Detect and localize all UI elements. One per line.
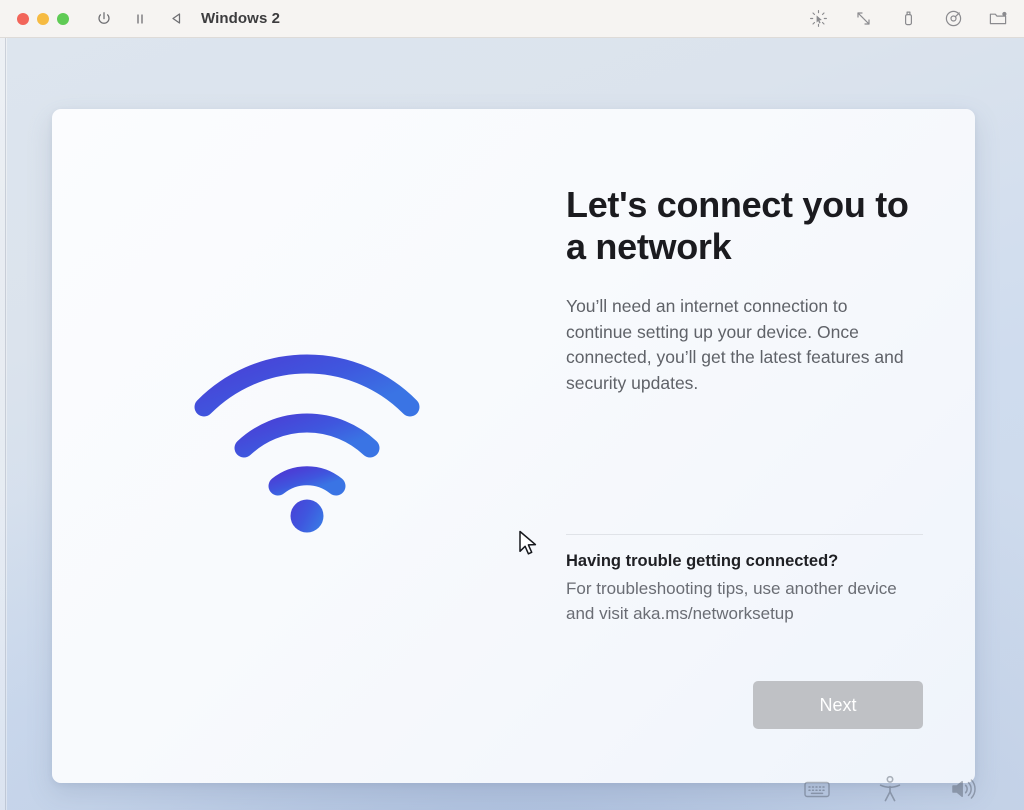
disc-icon[interactable] <box>943 9 963 29</box>
vm-titlebar: Windows 2 <box>0 0 1024 38</box>
troubleshooting-title: Having trouble getting connected? <box>566 552 839 570</box>
troubleshooting-section: Having trouble getting connected? For tr… <box>566 549 936 626</box>
play-back-icon[interactable] <box>167 10 185 28</box>
window-traffic-lights <box>17 12 69 25</box>
oobe-text-block: Let's connect you to a network You’ll ne… <box>566 184 946 396</box>
cursor-click-icon[interactable] <box>808 9 828 29</box>
vm-right-controls <box>808 9 1008 29</box>
pause-icon[interactable] <box>131 10 149 28</box>
accessibility-icon[interactable] <box>873 772 907 806</box>
speaker-icon[interactable] <box>946 772 980 806</box>
vm-title: Windows 2 <box>201 10 281 27</box>
background-window-sliver <box>0 38 7 810</box>
resize-arrows-icon[interactable] <box>853 9 873 29</box>
keyboard-icon[interactable] <box>800 772 834 806</box>
power-icon[interactable] <box>95 10 113 28</box>
wifi-icon <box>182 344 432 534</box>
oobe-card: Let's connect you to a network You’ll ne… <box>52 109 975 783</box>
section-divider <box>566 534 923 535</box>
screen: Windows 2 Let's connect you to a network… <box>0 0 1024 810</box>
next-button[interactable]: Next <box>753 681 923 729</box>
oobe-tray <box>800 768 980 810</box>
usb-icon[interactable] <box>898 9 918 29</box>
minimize-window-button[interactable] <box>37 12 49 25</box>
page-description: You’ll need an internet connection to co… <box>566 296 904 393</box>
page-title: Let's connect you to a network <box>566 184 909 267</box>
troubleshooting-body: For troubleshooting tips, use another de… <box>566 579 897 623</box>
vm-guest-screen: Let's connect you to a network You’ll ne… <box>0 38 1024 810</box>
maximize-window-button[interactable] <box>57 12 69 25</box>
vm-left-controls <box>95 10 185 28</box>
folder-share-icon[interactable] <box>988 9 1008 29</box>
close-window-button[interactable] <box>17 12 29 25</box>
